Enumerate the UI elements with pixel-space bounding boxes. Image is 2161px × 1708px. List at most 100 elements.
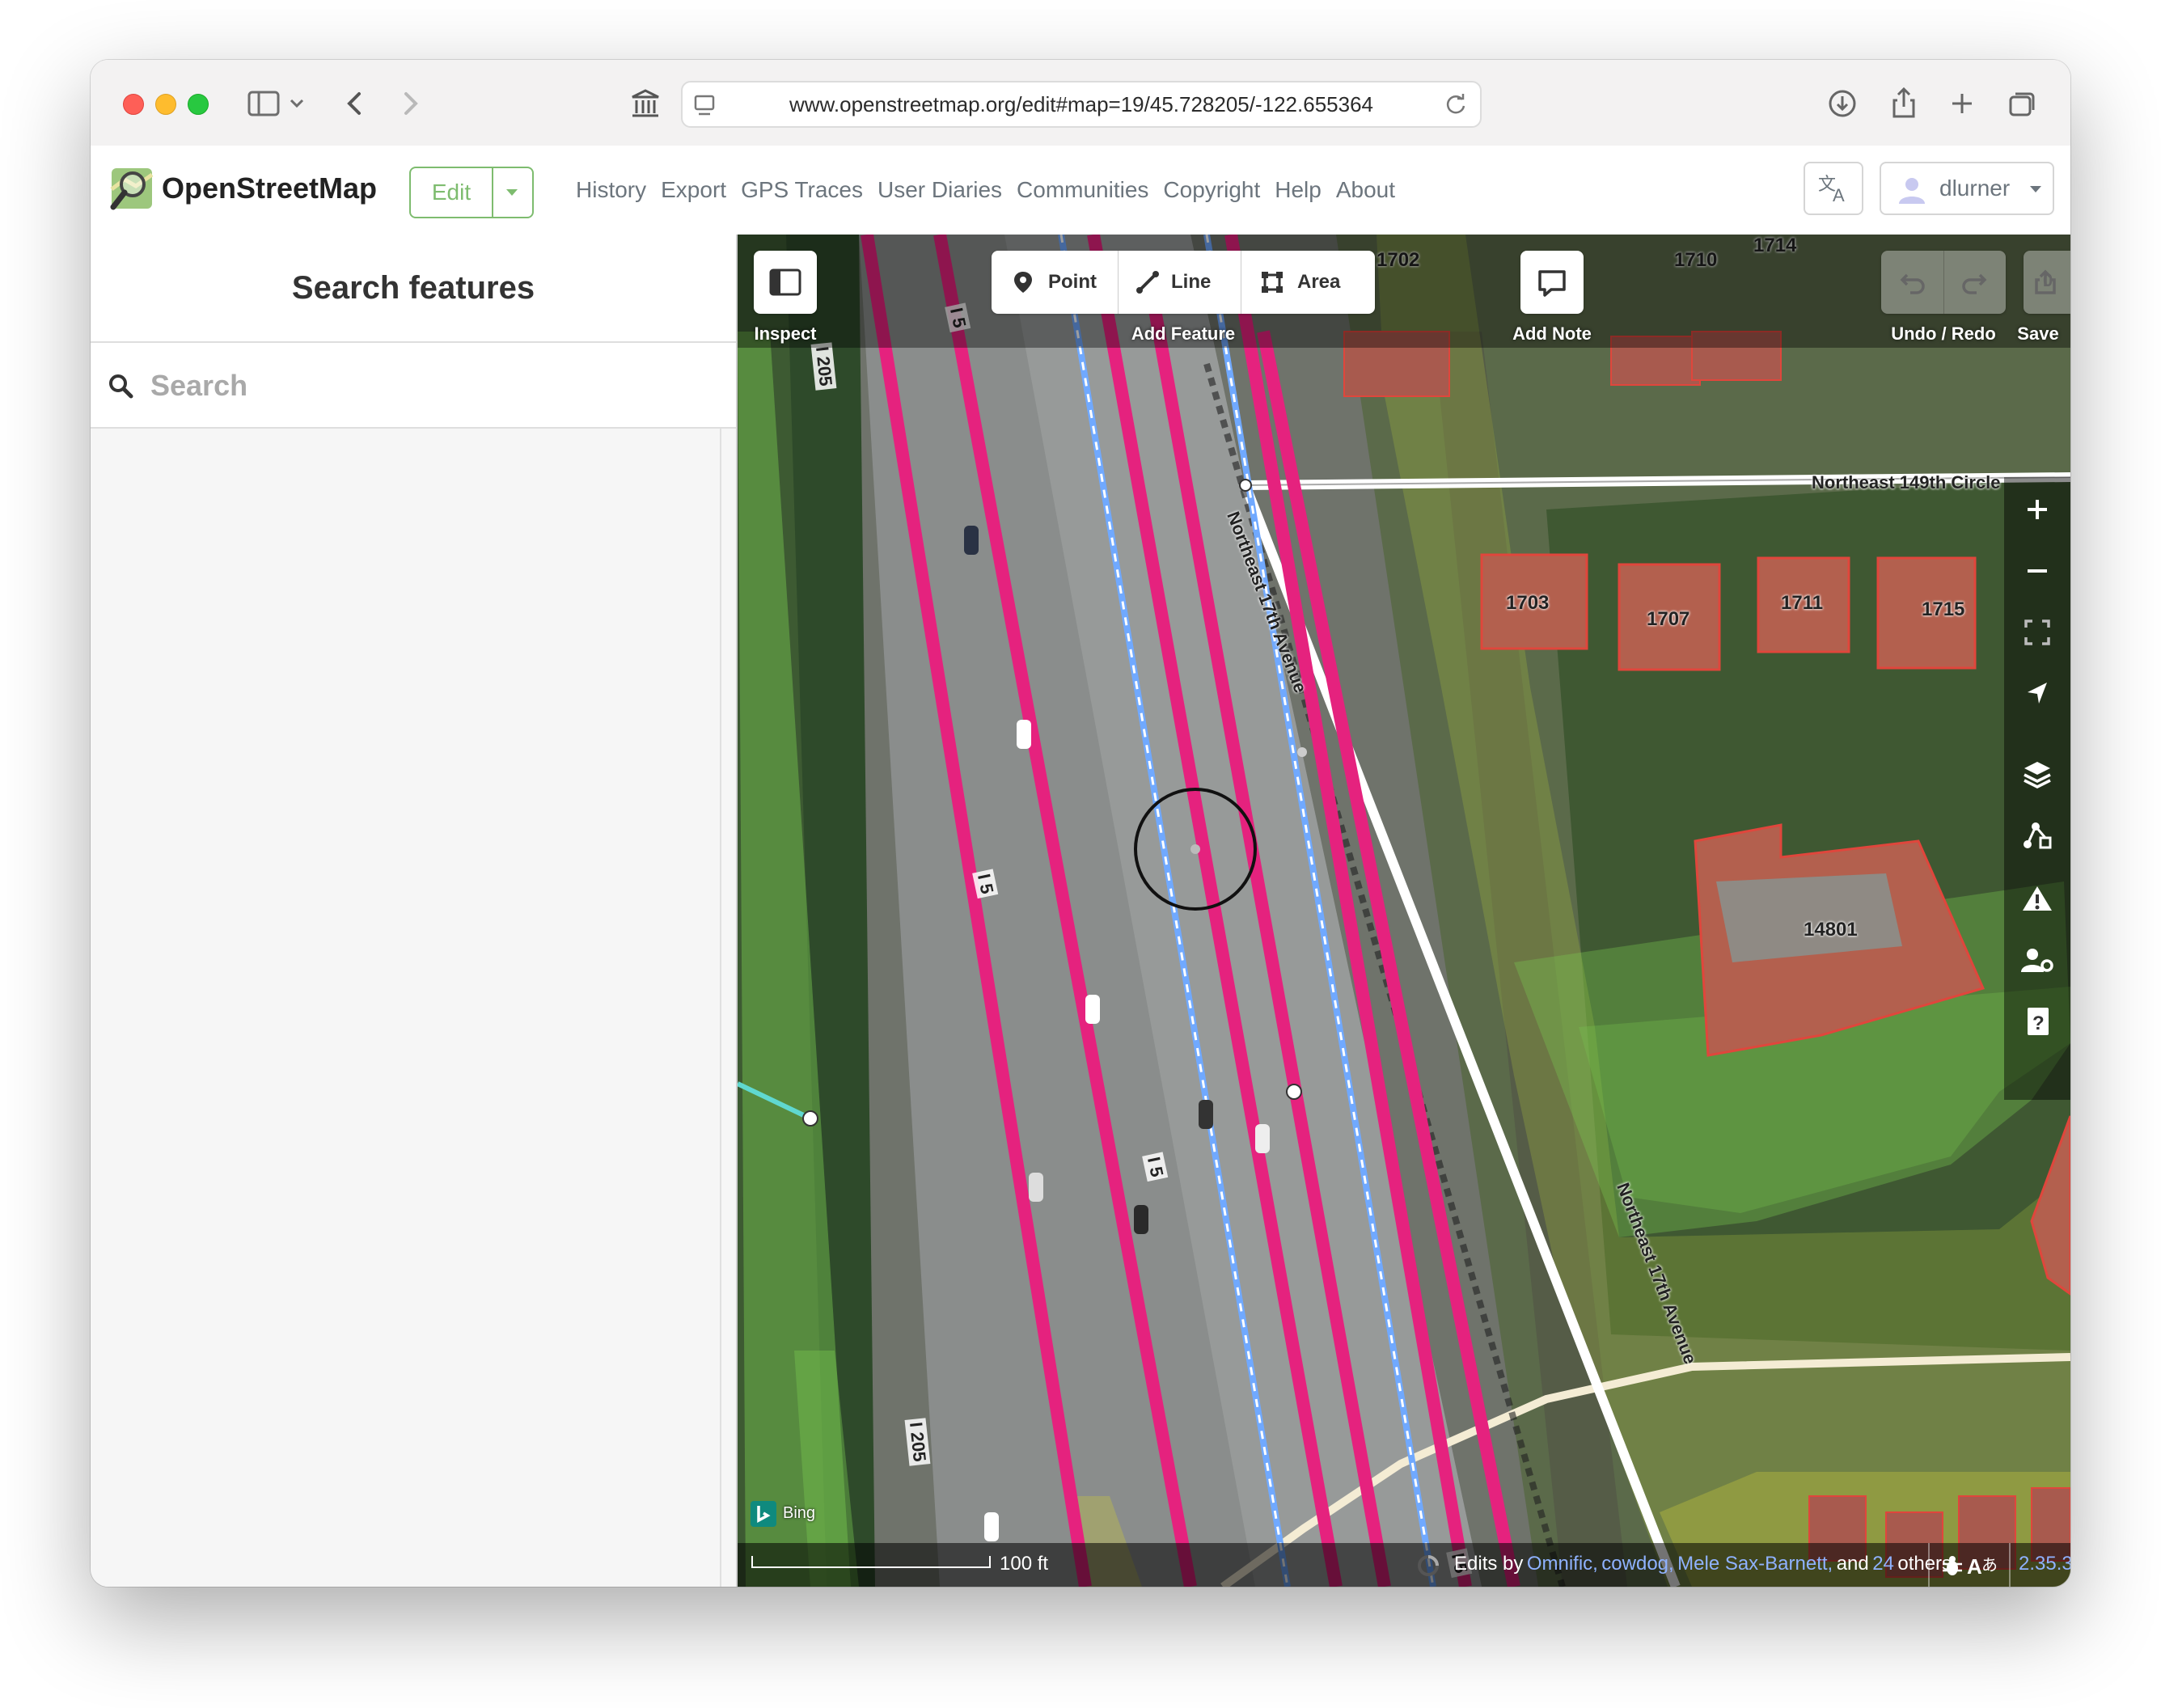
point-icon xyxy=(1014,272,1032,293)
edits-by-text: Edits by xyxy=(1454,1553,1524,1575)
save-caption: Save xyxy=(2017,323,2059,344)
issues-icon[interactable] xyxy=(2018,880,2057,919)
note-icon xyxy=(1538,270,1566,297)
avatar xyxy=(1899,178,1925,204)
scale-bar[interactable] xyxy=(751,1554,993,1571)
geolocate-icon[interactable] xyxy=(2018,674,2057,713)
share-icon[interactable] xyxy=(1884,84,1923,123)
area-label: Area xyxy=(1297,271,1341,293)
zoom-in-icon[interactable] xyxy=(2018,490,2057,529)
building-number: 14801 xyxy=(1804,919,1858,941)
imagery-name: Bing xyxy=(783,1504,816,1522)
undo-redo-group xyxy=(1881,251,2006,314)
chevron-down-icon[interactable] xyxy=(285,84,309,123)
osm-header: OpenStreetMap Edit History Export GPS Trac… xyxy=(91,146,2070,235)
point-label: Point xyxy=(1048,271,1097,293)
nav-history[interactable]: History xyxy=(576,146,646,235)
line-icon xyxy=(1136,271,1159,294)
nav-gps-traces[interactable]: GPS Traces xyxy=(741,146,863,235)
close-window-button[interactable] xyxy=(123,94,144,115)
nav-about[interactable]: About xyxy=(1336,146,1395,235)
sidebar-scrollbar[interactable] xyxy=(720,429,738,1587)
user-link[interactable]: cowdog, xyxy=(1601,1553,1673,1575)
osm-logo-icon[interactable] xyxy=(108,165,155,212)
feature-search-bar xyxy=(91,343,736,429)
line-label: Line xyxy=(1171,271,1212,293)
user-caret-icon xyxy=(2030,186,2041,192)
map-controls: ? xyxy=(2004,477,2070,1100)
sidebar-toggle-icon xyxy=(769,268,801,296)
bing-logo-icon xyxy=(751,1501,776,1527)
sidebar-title: Search features xyxy=(291,270,535,306)
nav-help[interactable]: Help xyxy=(1275,146,1322,235)
edit-button[interactable]: Edit xyxy=(411,168,492,217)
and-text: and xyxy=(1836,1553,1869,1575)
back-icon[interactable] xyxy=(336,84,375,123)
search-icon xyxy=(109,374,133,399)
translate-icon[interactable]: A あ xyxy=(1967,1551,2001,1580)
inspect-button[interactable] xyxy=(754,251,817,314)
house-number: 1707 xyxy=(1647,608,1690,630)
scale-label: 100 ft xyxy=(1000,1553,1049,1575)
undo-redo-divider xyxy=(1943,251,1944,314)
sidebar: Search features xyxy=(91,235,738,1587)
preferences-icon[interactable] xyxy=(2018,941,2057,980)
map-area[interactable]: I 205 I 205 I 5 I 5 I 5 I 5 Northeast 14… xyxy=(738,235,2070,1587)
map-data-icon[interactable] xyxy=(2018,817,2057,856)
user-link[interactable]: Mele Sax-Barnett, xyxy=(1677,1553,1833,1575)
url-text: www.openstreetmap.org/edit#map=19/45.728… xyxy=(789,92,1374,116)
user-menu-button[interactable]: dlurner xyxy=(1880,162,2054,215)
others-count-link[interactable]: 24 xyxy=(1872,1553,1894,1575)
area-icon xyxy=(1262,272,1283,293)
edit-divider xyxy=(492,168,493,217)
bug-icon[interactable] xyxy=(1939,1553,1965,1579)
new-tab-icon[interactable] xyxy=(1943,84,1981,123)
edits-attribution: Edits by Omnific, cowdog, Mele Sax-Barne… xyxy=(1454,1553,1952,1575)
street-label: Northeast 149th Circle xyxy=(1812,472,2001,493)
sidebar-icon[interactable] xyxy=(244,84,283,123)
loading-icon xyxy=(1418,1555,1439,1576)
forward-icon[interactable] xyxy=(390,84,429,123)
footer-divider xyxy=(1928,1543,1930,1587)
add-note-caption: Add Note xyxy=(1512,323,1592,344)
nav-export[interactable]: Export xyxy=(661,146,726,235)
zoom-out-icon[interactable] xyxy=(2018,552,2057,590)
browser-window: www.openstreetmap.org/edit#map=19/45.728… xyxy=(91,60,2070,1587)
redo-icon[interactable] xyxy=(1960,268,1988,296)
zoom-to-selection-icon[interactable] xyxy=(2018,613,2057,652)
edit-dropdown-caret-icon[interactable] xyxy=(506,189,518,196)
nav-user-diaries[interactable]: User Diaries xyxy=(878,146,1002,235)
undo-icon[interactable] xyxy=(1899,268,1926,296)
reload-icon[interactable] xyxy=(1443,91,1469,117)
house-number: 1715 xyxy=(1922,598,1965,620)
download-icon[interactable] xyxy=(1823,84,1862,123)
address-bar[interactable]: www.openstreetmap.org/edit#map=19/45.728… xyxy=(681,81,1482,128)
house-number: 1703 xyxy=(1506,592,1550,614)
help-icon[interactable]: ? xyxy=(2018,1003,2057,1042)
point-button[interactable]: Point xyxy=(992,251,1119,314)
language-button[interactable]: 文 A xyxy=(1804,162,1863,215)
user-link[interactable]: Omnific, xyxy=(1527,1553,1598,1575)
search-input[interactable] xyxy=(149,359,702,412)
layers-icon[interactable] xyxy=(2018,755,2057,794)
nav-copyright[interactable]: Copyright xyxy=(1163,146,1260,235)
translate-icon: 文 A xyxy=(1818,175,1845,205)
add-note-button[interactable] xyxy=(1520,251,1584,314)
save-count: 0 xyxy=(2043,270,2053,290)
svg-text:?: ? xyxy=(2032,1013,2045,1034)
site-name[interactable]: OpenStreetMap xyxy=(162,171,377,205)
tabs-icon[interactable] xyxy=(2002,84,2041,123)
inspect-caption: Inspect xyxy=(754,323,817,344)
house-number: 1711 xyxy=(1781,592,1824,614)
version-link[interactable]: 2.35.3 xyxy=(2019,1553,2070,1575)
add-feature-caption: Add Feature xyxy=(1131,323,1236,344)
map-canvas[interactable] xyxy=(738,235,2070,1587)
zoom-window-button[interactable] xyxy=(188,94,209,115)
line-button[interactable]: Line xyxy=(1118,251,1241,314)
minimize-window-button[interactable] xyxy=(155,94,176,115)
privacy-icon[interactable] xyxy=(626,84,665,123)
area-button[interactable]: Area xyxy=(1241,251,1375,314)
nav-communities[interactable]: Communities xyxy=(1017,146,1148,235)
browser-toolbar: www.openstreetmap.org/edit#map=19/45.728… xyxy=(91,60,2070,146)
imagery-attribution[interactable]: Bing xyxy=(747,1499,828,1530)
